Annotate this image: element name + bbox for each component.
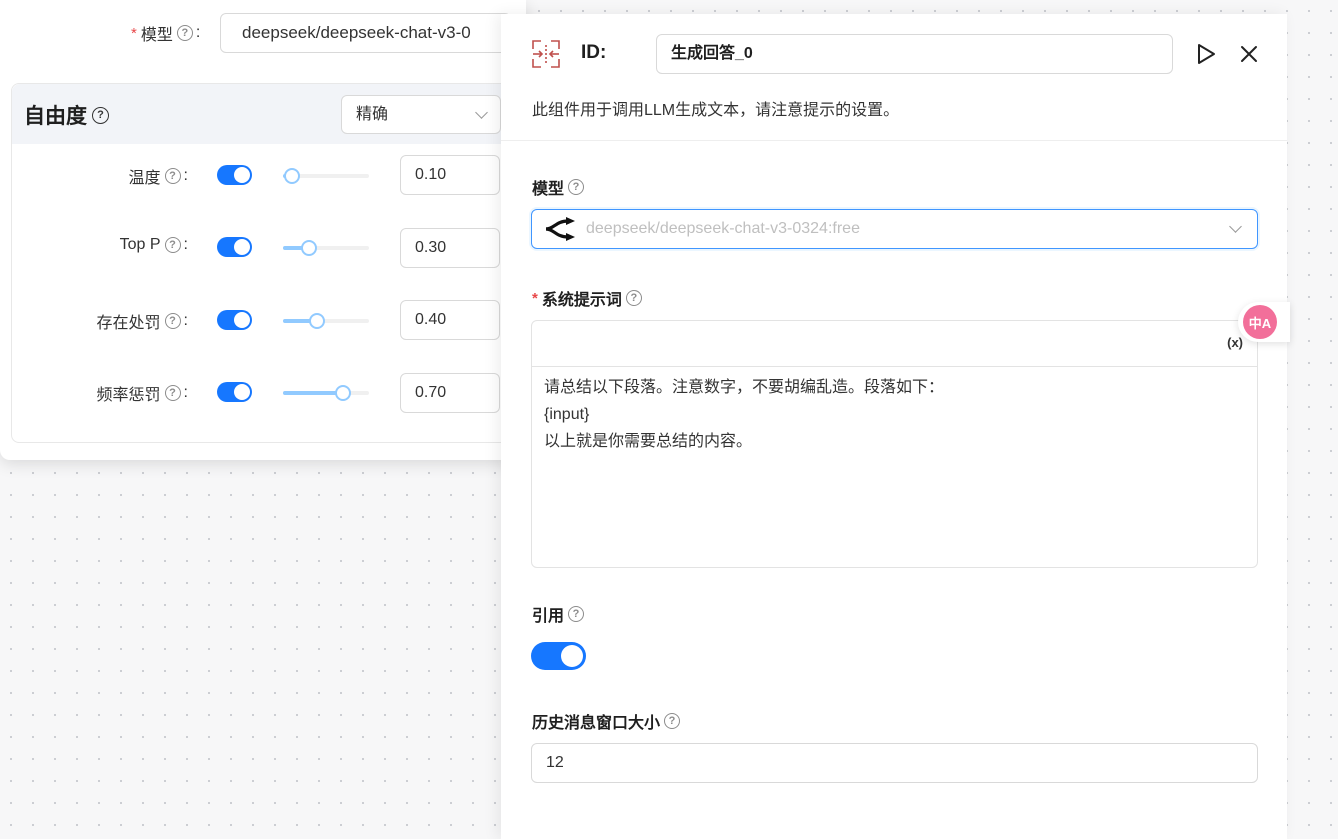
freedom-preset-value: 精确	[356, 106, 389, 123]
param-label-presence-penalty: 存在处罚 ?:	[96, 312, 188, 332]
help-icon[interactable]: ?	[568, 606, 585, 622]
presence-penalty-input[interactable]: 0.40	[400, 300, 500, 340]
help-icon[interactable]: ?	[176, 25, 193, 41]
slider-handle[interactable]	[309, 313, 326, 329]
chevron-down-icon	[1229, 220, 1242, 233]
slider-handle[interactable]	[300, 240, 317, 256]
temperature-slider[interactable]	[283, 168, 369, 184]
prompt-toolbar: (x)	[532, 321, 1257, 367]
chevron-down-icon	[475, 106, 488, 119]
freedom-preset-select[interactable]: 精确	[341, 95, 501, 134]
model-label: 模型	[140, 27, 173, 44]
help-icon[interactable]: ?	[92, 106, 109, 124]
help-icon[interactable]: ?	[164, 168, 181, 184]
help-icon[interactable]: ?	[625, 290, 642, 306]
node-icon	[532, 40, 560, 68]
node-config-drawer: ID: 生成回答_0 此组件用于调用LLM生成文本，请注意提示的设置。 模型 ?…	[501, 14, 1287, 839]
required-mark: *	[532, 289, 538, 307]
node-id-input[interactable]: 生成回答_0	[656, 34, 1173, 74]
param-label-temperature: 温度 ?:	[128, 167, 188, 187]
top-p-toggle[interactable]	[217, 237, 252, 257]
openrouter-logo-icon	[545, 217, 575, 241]
temperature-toggle[interactable]	[217, 165, 252, 185]
run-icon[interactable]	[1195, 43, 1217, 65]
node-description: 此组件用于调用LLM生成文本，请注意提示的设置。	[532, 102, 900, 119]
close-icon[interactable]	[1238, 43, 1260, 65]
help-icon[interactable]: ?	[164, 385, 181, 401]
history-window-input[interactable]: 12	[531, 743, 1258, 783]
system-prompt-label: * 系统提示词 ?	[532, 286, 642, 310]
quote-label: 引用 ?	[532, 602, 585, 626]
help-icon[interactable]: ?	[164, 237, 181, 253]
quote-toggle[interactable]	[531, 642, 586, 670]
model-select[interactable]: deepseek/deepseek-chat-v3-0324:free	[531, 209, 1258, 249]
translate-button[interactable]: 中A	[1238, 302, 1290, 342]
top-p-slider[interactable]	[283, 240, 369, 256]
frequency-penalty-toggle[interactable]	[217, 382, 252, 402]
help-icon[interactable]: ?	[568, 179, 585, 195]
param-label-frequency-penalty: 频率惩罚 ?:	[96, 384, 188, 404]
id-label: ID:	[581, 42, 607, 63]
required-mark: *	[131, 24, 137, 42]
temperature-input[interactable]: 0.10	[400, 155, 500, 195]
model-input[interactable]: deepseek/deepseek-chat-v3-0	[220, 13, 511, 53]
system-prompt-editor[interactable]: (x) 请总结以下段落。注意数字，不要胡编乱造。段落如下： {input} 以上…	[531, 320, 1258, 568]
drawer-header: ID: 生成回答_0 此组件用于调用LLM生成文本，请注意提示的设置。	[501, 14, 1287, 141]
translate-icon: 中A	[1243, 305, 1277, 339]
history-window-label: 历史消息窗口大小 ?	[532, 709, 681, 733]
model-field-label: * 模型 ? :	[131, 21, 200, 45]
frequency-penalty-input[interactable]: 0.70	[400, 373, 500, 413]
presence-penalty-toggle[interactable]	[217, 310, 252, 330]
presence-penalty-slider[interactable]	[283, 313, 369, 329]
model-section-label: 模型 ?	[532, 175, 585, 199]
model-select-value: deepseek/deepseek-chat-v3-0324:free	[586, 220, 860, 237]
help-icon[interactable]: ?	[664, 713, 681, 729]
freedom-header: 自由度 ? 精确	[12, 84, 510, 144]
frequency-penalty-slider[interactable]	[283, 385, 369, 401]
freedom-title: 自由度	[24, 105, 87, 128]
slider-handle[interactable]	[335, 385, 352, 401]
help-icon[interactable]: ?	[164, 313, 181, 329]
insert-variable-button[interactable]: (x)	[1227, 335, 1243, 350]
param-label-top-p: Top P ?:	[119, 236, 188, 253]
system-prompt-text[interactable]: 请总结以下段落。注意数字，不要胡编乱造。段落如下： {input} 以上就是你需…	[532, 367, 1257, 462]
slider-handle[interactable]	[283, 168, 300, 184]
llm-settings-popover: * 模型 ? : deepseek/deepseek-chat-v3-0 自由度…	[0, 0, 526, 460]
top-p-input[interactable]: 0.30	[400, 228, 500, 268]
freedom-panel: 自由度 ? 精确 温度 ?: 0.10 Top P ?: 0.30 存在处罚 ?…	[11, 83, 511, 443]
